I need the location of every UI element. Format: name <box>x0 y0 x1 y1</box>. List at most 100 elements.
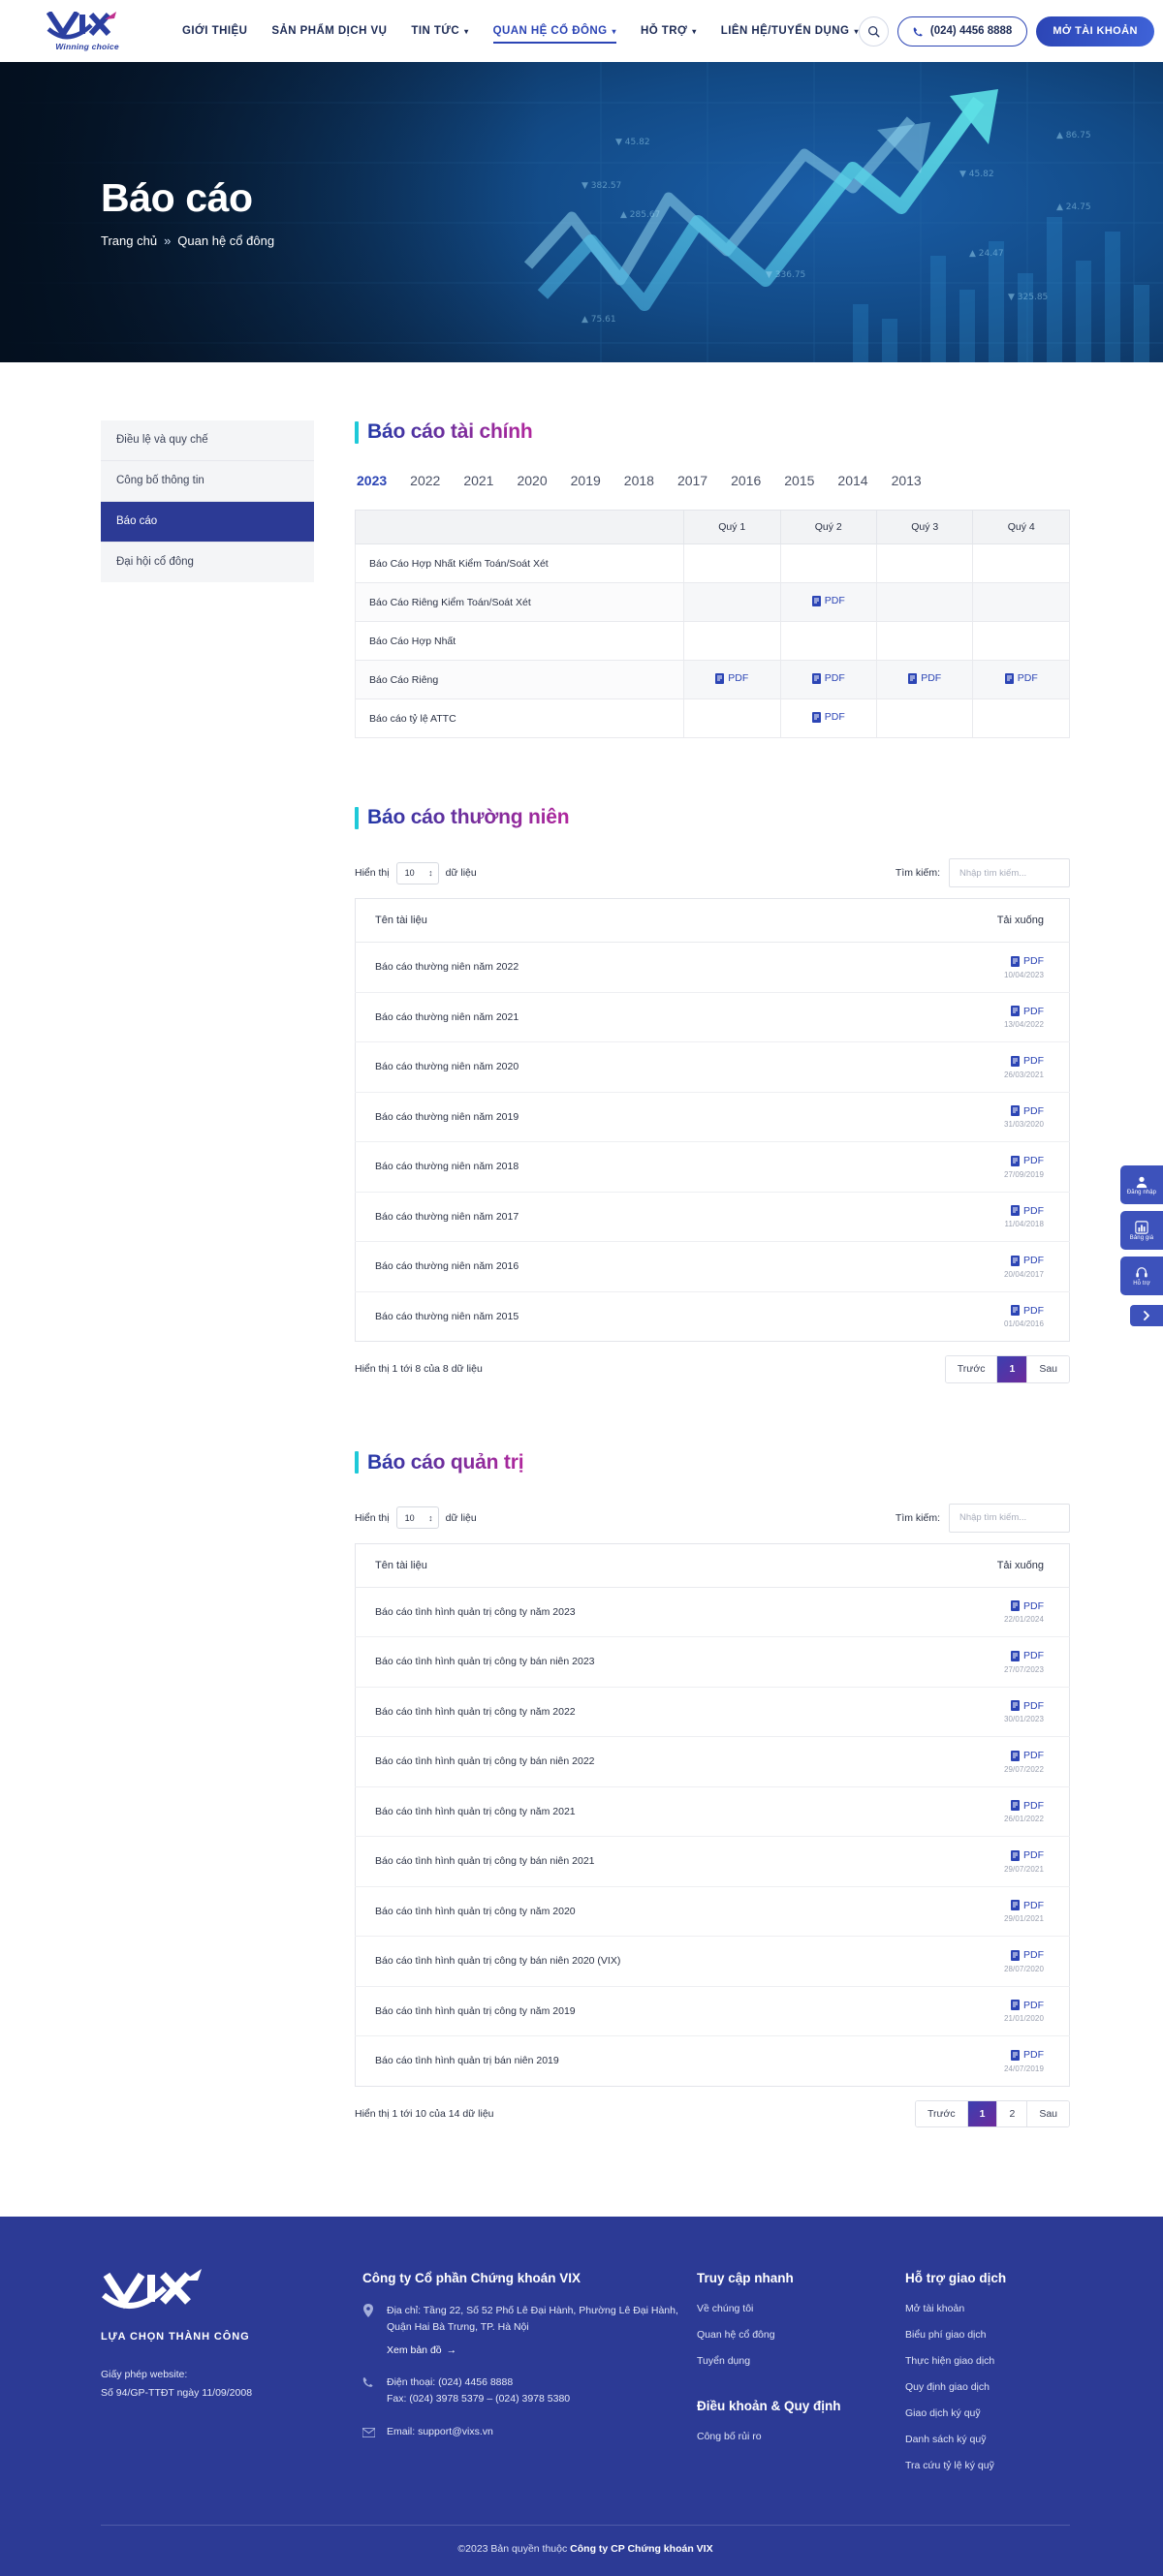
pdf-download-link[interactable]: PDF <box>1011 2000 1044 2011</box>
nav-item-gioi-thieu[interactable]: GIỚI THIỆU <box>182 0 247 62</box>
pdf-download-link[interactable]: PDF <box>811 672 845 684</box>
footer-link-thuc-hien-giao-dich[interactable]: Thực hiện giao dịch <box>905 2355 1118 2367</box>
pdf-download-link[interactable]: PDF <box>1011 1600 1044 1612</box>
sidebar-item-dai-hoi-co-dong[interactable]: Đại hội cổ đông <box>101 543 314 582</box>
year-tab-2014[interactable]: 2014 <box>837 473 867 488</box>
sidebar-item-bao-cao[interactable]: Báo cáo <box>101 501 314 543</box>
annual-info-text: Hiển thị 1 tới 8 của 8 dữ liệu <box>355 1363 483 1376</box>
pdf-file-icon <box>1011 2049 1020 2061</box>
year-tab-2022[interactable]: 2022 <box>410 473 440 488</box>
row-document-name: Báo cáo thường niên năm 2020 <box>355 1041 925 1093</box>
float-login-button[interactable]: Đăng nhập <box>1120 1165 1163 1204</box>
pagination-next[interactable]: Sau <box>1027 2100 1069 2127</box>
pdf-download-link[interactable]: PDF <box>1011 1700 1044 1712</box>
year-tab-2016[interactable]: 2016 <box>731 473 761 488</box>
pagination-page-1[interactable]: 1 <box>997 1356 1028 1382</box>
phone-button[interactable]: (024) 4456 8888 <box>896 16 1028 47</box>
pdf-download-link[interactable]: PDF <box>908 672 941 684</box>
row-label: Báo Cáo Riêng <box>354 660 685 699</box>
governance-length-select[interactable]: 10 25 50 100 <box>395 1506 439 1530</box>
pagination-next[interactable]: Sau <box>1027 1356 1069 1382</box>
year-tab-2013[interactable]: 2013 <box>892 473 922 488</box>
footer-spacer <box>697 2381 905 2399</box>
footer-link-bieu-phi-giao-dich[interactable]: Biểu phí giao dịch <box>905 2329 1118 2341</box>
footer-link-quan-he-co-dong[interactable]: Quan hệ cổ đông <box>697 2329 905 2341</box>
pdf-label: PDF <box>1023 1005 1044 1017</box>
footer-link-tuyen-dung[interactable]: Tuyển dụng <box>697 2355 905 2367</box>
footer-link-tra-cuu-ty-le-ky-quy[interactable]: Tra cứu tỷ lệ ký quỹ <box>905 2460 1118 2471</box>
row-date: 21/01/2020 <box>1003 2014 1044 2024</box>
footer-link-giao-dich-ky-quy[interactable]: Giao dịch ký quỹ <box>905 2407 1118 2419</box>
nav-item-lien-he-tuyen-dung[interactable]: LIÊN HỆ/TUYỂN DỤNG ▾ <box>721 0 859 62</box>
year-tab-2017[interactable]: 2017 <box>677 473 707 488</box>
pdf-download-link[interactable]: PDF <box>1011 1900 1044 1911</box>
footer-quick-links-column: Truy cập nhanh Về chúng tôi Quan hệ cổ đ… <box>697 2269 905 2486</box>
search-button[interactable] <box>858 16 889 47</box>
year-tab-2015[interactable]: 2015 <box>784 473 814 488</box>
pagination-prev[interactable]: Trước <box>945 1356 998 1382</box>
pdf-download-link[interactable]: PDF <box>1011 1750 1044 1761</box>
pdf-download-link[interactable]: PDF <box>1011 1255 1044 1266</box>
float-label: Hỗ trợ <box>1133 1280 1150 1287</box>
float-price-board-button[interactable]: Bảng giá <box>1120 1211 1163 1250</box>
year-tab-2020[interactable]: 2020 <box>517 473 547 488</box>
float-rail-toggle[interactable] <box>1130 1305 1163 1326</box>
footer-link-ve-chung-toi[interactable]: Về chúng tôi <box>697 2303 905 2314</box>
pdf-download-link[interactable]: PDF <box>1011 1650 1044 1661</box>
map-link-label: Xem bản đồ <box>387 2344 442 2357</box>
pdf-download-link[interactable]: PDF <box>1011 1205 1044 1217</box>
footer-link-mo-tai-khoan[interactable]: Mở tài khoản <box>905 2303 1118 2314</box>
table-row: Báo Cáo Hợp Nhất Kiểm Toán/Soát Xét <box>354 543 1070 583</box>
pdf-download-link[interactable]: PDF <box>811 595 845 606</box>
table-row: Báo cáo tình hình quản trị công ty năm 2… <box>355 1986 1070 2037</box>
breadcrumb: Trang chủ » Quan hệ cổ đông <box>101 233 1163 248</box>
pdf-download-link[interactable]: PDF <box>1011 1155 1044 1166</box>
annual-length-select[interactable]: 10 25 50 100 <box>395 861 439 885</box>
footer-link-quy-dinh-giao-dich[interactable]: Quy định giao dịch <box>905 2381 1118 2393</box>
row-document-name: Báo cáo tình hình quản trị công ty năm 2… <box>355 1587 925 1638</box>
cell-q2: PDF <box>779 660 877 699</box>
breadcrumb-home[interactable]: Trang chủ <box>101 233 157 248</box>
nav-item-quan-he-co-dong[interactable]: QUAN HỆ CỔ ĐÔNG ▾ <box>492 0 617 62</box>
governance-search-input[interactable] <box>949 1503 1070 1533</box>
site-logo[interactable]: Winning choice <box>33 11 141 51</box>
pagination-prev[interactable]: Trước <box>915 2100 968 2127</box>
cell-q1 <box>683 543 781 583</box>
nav-item-san-pham-dich-vu[interactable]: SẢN PHẨM DỊCH VỤ <box>271 0 387 62</box>
governance-search-control: Tìm kiếm: <box>896 1503 1070 1533</box>
pdf-download-link[interactable]: PDF <box>1011 1849 1044 1861</box>
nav-item-tin-tuc[interactable]: TIN TỨC ▾ <box>411 0 468 62</box>
pdf-download-link[interactable]: PDF <box>1011 2049 1044 2061</box>
footer-terms-heading: Điều khoản & Quy định <box>697 2399 841 2414</box>
pdf-download-link[interactable]: PDF <box>1011 1105 1044 1117</box>
pdf-download-link[interactable]: PDF <box>1004 672 1038 684</box>
pdf-download-link[interactable]: PDF <box>1011 1305 1044 1317</box>
pagination-page-2[interactable]: 2 <box>997 2100 1028 2127</box>
year-tab-2021[interactable]: 2021 <box>463 473 493 488</box>
annual-search-input[interactable] <box>949 858 1070 887</box>
float-support-button[interactable]: Hỗ trợ <box>1120 1257 1163 1295</box>
row-download-cell: PDF 29/07/2022 <box>924 1736 1070 1787</box>
pdf-download-link[interactable]: PDF <box>1011 1800 1044 1812</box>
sidebar-item-cong-bo-thong-tin[interactable]: Công bố thông tin <box>101 461 314 502</box>
year-tab-2019[interactable]: 2019 <box>571 473 601 488</box>
footer-link-danh-sach-ky-quy[interactable]: Danh sách ký quỹ <box>905 2434 1118 2445</box>
pdf-download-link[interactable]: PDF <box>715 672 748 684</box>
pdf-download-link[interactable]: PDF <box>1011 955 1044 967</box>
pdf-download-link[interactable]: PDF <box>811 711 845 723</box>
pdf-file-icon <box>1011 1305 1020 1316</box>
pdf-download-link[interactable]: PDF <box>1011 1006 1044 1017</box>
pdf-download-link[interactable]: PDF <box>1011 1055 1044 1067</box>
breadcrumb-current[interactable]: Quan hệ cổ đông <box>177 233 274 248</box>
pdf-download-link[interactable]: PDF <box>1011 1949 1044 1961</box>
year-tab-2018[interactable]: 2018 <box>624 473 654 488</box>
open-account-button[interactable]: MỞ TÀI KHOẢN <box>1036 16 1154 47</box>
sidebar-item-dieu-le-va-quy-che[interactable]: Điều lệ và quy chế <box>101 420 314 461</box>
footer-map-link[interactable]: Xem bản đồ → <box>387 2344 456 2356</box>
pagination-page-1[interactable]: 1 <box>967 2100 998 2127</box>
col-header-name: Tên tài liệu <box>355 1543 925 1588</box>
pdf-label: PDF <box>1023 1155 1044 1166</box>
footer-link-cong-bo-rui-ro[interactable]: Công bố rủi ro <box>697 2431 905 2442</box>
nav-item-ho-tro[interactable]: HỖ TRỢ ▾ <box>641 0 697 62</box>
year-tab-2023[interactable]: 2023 <box>357 473 387 488</box>
